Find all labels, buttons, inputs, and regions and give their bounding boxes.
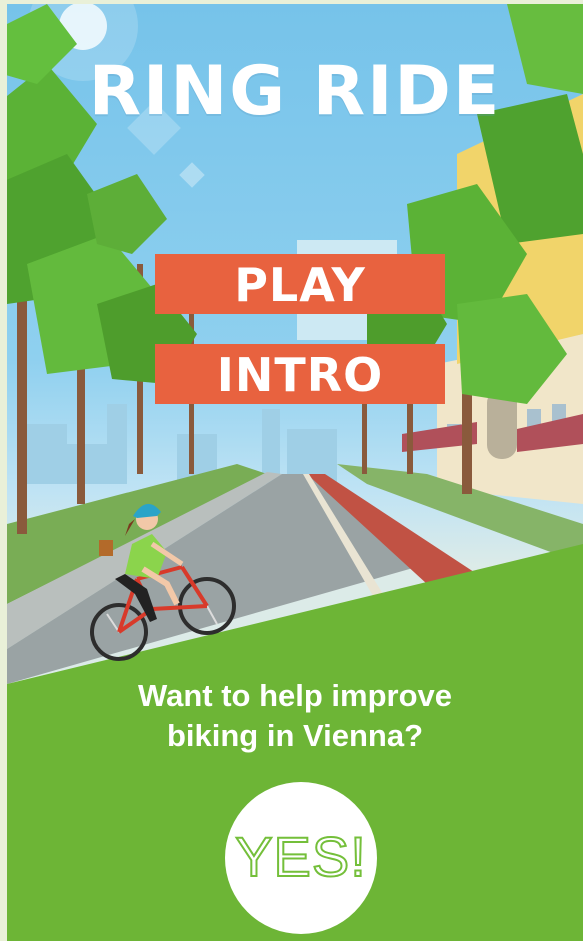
survey-question-line-1: Want to help improve — [137, 678, 453, 713]
game-title: RING RIDE — [88, 52, 502, 131]
yes-button-label: YES! — [234, 824, 367, 889]
play-button[interactable]: PLAY — [155, 254, 445, 314]
intro-button[interactable]: INTRO — [155, 344, 445, 404]
lens-flare — [179, 162, 205, 188]
yes-button[interactable]: YES! — [225, 782, 377, 934]
game-screen: RING RIDE PLAY INTRO Want to help improv… — [7, 4, 583, 941]
survey-question: Want to help improve biking in Vienna? — [7, 676, 583, 756]
survey-question-line-2: biking in Vienna? — [166, 718, 424, 753]
